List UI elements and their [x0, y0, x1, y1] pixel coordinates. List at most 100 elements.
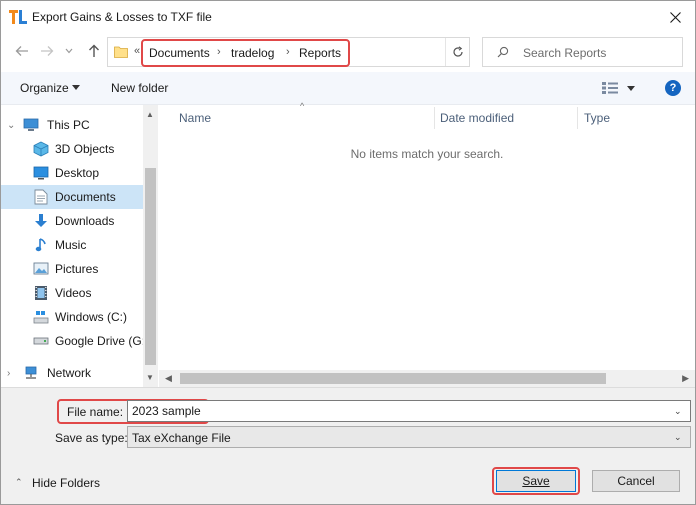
column-header-label: Type [584, 111, 611, 125]
back-button[interactable] [13, 42, 31, 60]
overflow-chevron-icon[interactable]: « [134, 45, 140, 57]
drive-icon [33, 333, 49, 349]
organize-button[interactable]: Organize [20, 81, 69, 95]
sidebar-item-network[interactable]: › Network [1, 361, 143, 385]
column-header-name[interactable]: Name [179, 105, 211, 131]
sidebar-item-label: Pictures [55, 262, 99, 276]
sidebar-item-google-drive[interactable]: Google Drive (G: [1, 329, 143, 353]
arrow-up-icon [89, 44, 99, 57]
document-icon [33, 189, 49, 205]
search-box[interactable]: Search Reports [482, 37, 683, 67]
chevron-down-icon [65, 48, 73, 54]
breadcrumb-separator-icon[interactable]: › [217, 46, 221, 58]
navigation-bar: « Documents › tradelog › Reports Search … [1, 32, 695, 72]
save-button[interactable]: Save [496, 470, 576, 492]
sidebar-item-label: Videos [55, 286, 92, 300]
computer-icon [23, 117, 39, 133]
scroll-right-icon[interactable]: ▶ [682, 373, 689, 384]
desktop-icon [33, 165, 49, 181]
caret-down-icon[interactable] [72, 85, 80, 90]
save-dialog-window: Export Gains & Losses to TXF file « Docu… [0, 0, 696, 505]
picture-icon [33, 261, 49, 277]
sidebar-item-videos[interactable]: Videos [1, 281, 143, 305]
sidebar-item-label: Windows (C:) [55, 310, 128, 324]
help-button[interactable]: ? [665, 80, 681, 96]
save-button-label: Save [522, 474, 550, 488]
sidebar-item-pictures[interactable]: Pictures [1, 257, 143, 281]
title-bar: Export Gains & Losses to TXF file [1, 1, 695, 32]
sort-ascending-icon: ^ [300, 101, 305, 111]
sidebar-item-downloads[interactable]: Downloads [1, 209, 143, 233]
save-as-type-select[interactable]: Tax eXchange File [127, 426, 691, 448]
sidebar-item-label: Downloads [55, 214, 115, 228]
search-icon [497, 46, 509, 58]
column-separator[interactable] [577, 107, 578, 129]
column-header-label: Date modified [440, 111, 515, 125]
close-icon [669, 11, 681, 23]
sidebar-item-this-pc[interactable]: ⌄ This PC [1, 113, 143, 137]
chevron-down-icon[interactable]: ⌄ [674, 432, 682, 443]
scrollbar-thumb[interactable] [180, 373, 606, 384]
network-icon [23, 365, 39, 381]
chevron-down-icon[interactable]: ⌄ [674, 406, 682, 417]
collapse-chevron-icon[interactable]: ⌄ [7, 120, 15, 131]
scroll-down-icon[interactable]: ▼ [146, 373, 154, 382]
view-options-icon[interactable] [602, 82, 618, 94]
save-options-panel: File name: ⌄ Save as type: Tax eXchange … [1, 387, 695, 504]
view-dropdown-icon[interactable] [627, 86, 635, 91]
refresh-button[interactable] [445, 38, 469, 66]
download-icon [33, 213, 49, 229]
arrow-left-icon [15, 46, 28, 56]
sidebar-item-music[interactable]: Music [1, 233, 143, 257]
sidebar-item-documents[interactable]: Documents [1, 185, 143, 209]
file-name-label: File name: [67, 405, 124, 419]
empty-message: No items match your search. [350, 147, 504, 161]
search-input[interactable]: Search Reports [523, 46, 606, 60]
sidebar-item-label: Music [55, 238, 87, 252]
hide-folders-button[interactable]: Hide Folders [32, 476, 100, 490]
close-button[interactable] [665, 7, 685, 27]
horizontal-scrollbar[interactable]: ◀ ▶ [159, 370, 695, 387]
breadcrumb-tradelog[interactable]: tradelog [231, 46, 274, 60]
navigation-pane: ⌄ This PC 3D Objects Desktop Documents D… [1, 105, 158, 387]
tradelog-icon [9, 10, 27, 24]
column-header-date-modified[interactable]: Date modified [440, 105, 514, 131]
refresh-icon [452, 46, 463, 57]
sidebar-item-3d-objects[interactable]: 3D Objects [1, 137, 143, 161]
column-separator[interactable] [434, 107, 435, 129]
cube-icon [33, 141, 49, 157]
video-icon [33, 285, 49, 301]
command-toolbar: Organize New folder ? [1, 72, 695, 105]
chevron-up-icon[interactable]: ⌃ [15, 477, 23, 488]
new-folder-button[interactable]: New folder [111, 81, 168, 95]
save-as-type-label: Save as type: [55, 431, 128, 445]
sidebar-item-label: 3D Objects [55, 142, 115, 156]
address-bar[interactable]: « Documents › tradelog › Reports [107, 37, 470, 67]
scroll-left-icon[interactable]: ◀ [165, 373, 172, 384]
sidebar-item-desktop[interactable]: Desktop [1, 161, 143, 185]
breadcrumb-reports[interactable]: Reports [299, 46, 341, 60]
forward-button[interactable] [38, 42, 56, 60]
column-header-type[interactable]: Type [584, 105, 610, 131]
file-name-input[interactable] [127, 400, 691, 422]
cancel-button[interactable]: Cancel [592, 470, 680, 492]
scrollbar-thumb[interactable] [145, 168, 156, 365]
save-as-type-value: Tax eXchange File [132, 431, 231, 445]
sidebar-item-label: Desktop [55, 166, 100, 180]
breadcrumb-documents[interactable]: Documents [149, 46, 210, 60]
window-title: Export Gains & Losses to TXF file [32, 10, 212, 24]
sidebar-item-label: This PC [47, 118, 90, 132]
drive-icon [33, 309, 49, 325]
file-list[interactable]: ^ Name Date modified Type No items match… [159, 101, 695, 370]
sidebar-item-label: Network [47, 366, 92, 380]
scroll-up-icon[interactable]: ▲ [146, 110, 154, 119]
breadcrumb-separator-icon[interactable]: › [286, 46, 290, 58]
expand-chevron-icon[interactable]: › [7, 368, 10, 379]
music-icon [33, 237, 49, 253]
sidebar-scrollbar[interactable]: ▲ ▼ [143, 105, 158, 387]
up-button[interactable] [85, 42, 103, 60]
folder-icon [114, 46, 128, 58]
sidebar-item-windows-c[interactable]: Windows (C:) [1, 305, 143, 329]
sidebar-item-label: Google Drive (G: [55, 334, 143, 348]
recent-locations-button[interactable] [63, 42, 75, 60]
